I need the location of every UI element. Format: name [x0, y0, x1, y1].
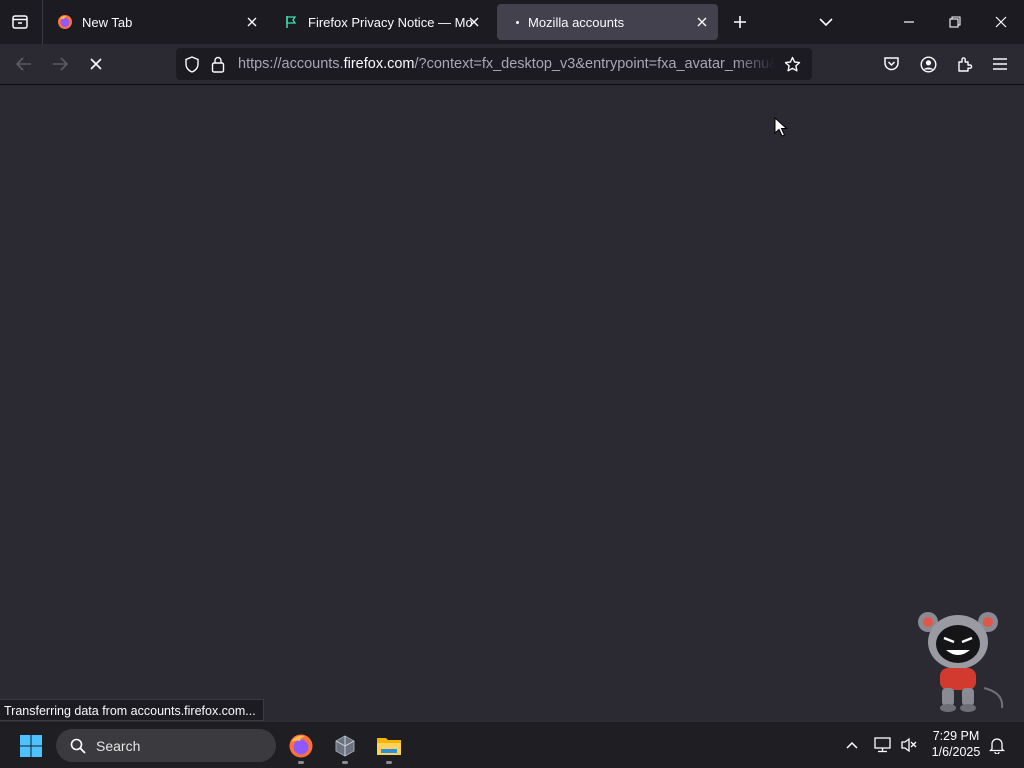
firefox-icon: [56, 13, 74, 31]
restore-button[interactable]: [932, 0, 978, 44]
tracking-protection-shield-icon[interactable]: [182, 54, 202, 74]
bookmark-star-icon[interactable]: [782, 54, 802, 74]
tab-title: New Tab: [82, 14, 133, 30]
extensions-button[interactable]: [948, 48, 980, 80]
network-icon: [874, 737, 891, 753]
pocket-icon: [883, 57, 899, 71]
url-prefix: https://accounts.: [238, 56, 344, 72]
close-window-button[interactable]: [978, 0, 1024, 44]
extensions-icon: [957, 56, 972, 72]
clock-date: 1/6/2025: [931, 745, 981, 759]
notification-icon: [989, 737, 1005, 754]
volume-status[interactable]: [897, 732, 921, 758]
taskbar-app[interactable]: [327, 728, 363, 764]
tab-privacy-notice[interactable]: Firefox Privacy Notice — Mozilla: [276, 4, 490, 40]
windows-logo-icon: [20, 735, 42, 757]
close-icon[interactable]: [466, 14, 482, 30]
network-status[interactable]: [871, 732, 895, 758]
app-menu-button[interactable]: [984, 48, 1016, 80]
plus-icon: [734, 16, 746, 28]
running-indicator: [386, 761, 392, 764]
taskbar-clock[interactable]: 7:29 PM 1/6/2025: [924, 728, 988, 760]
minimize-button[interactable]: [886, 0, 932, 44]
list-all-tabs-button[interactable]: [810, 6, 842, 38]
firefox-icon: [289, 734, 313, 758]
arrow-right-icon: [53, 57, 68, 71]
close-icon[interactable]: [694, 14, 710, 30]
taskbar-file-explorer[interactable]: [371, 728, 407, 764]
tab-separator: [42, 0, 43, 44]
firefox-view-button[interactable]: [0, 4, 40, 40]
mozilla-flag-icon: [282, 13, 300, 31]
account-button[interactable]: [912, 48, 944, 80]
url-text[interactable]: https://accounts.firefox.com/?context=fx…: [238, 56, 776, 72]
firefox-view-icon: [12, 15, 28, 29]
restore-icon: [949, 16, 961, 28]
new-tab-button[interactable]: [724, 6, 756, 38]
close-icon: [995, 16, 1007, 28]
lock-icon[interactable]: [208, 54, 228, 74]
windows-taskbar: Search 7:29 PM 1/6/2025: [0, 721, 1024, 768]
navigation-toolbar: https://accounts.firefox.com/?context=fx…: [0, 44, 1024, 85]
start-button[interactable]: [14, 730, 48, 762]
loading-dot-icon: [516, 21, 519, 24]
file-explorer-icon: [377, 738, 401, 755]
account-icon: [919, 55, 937, 73]
running-indicator: [342, 761, 348, 764]
tab-strip: New Tab Firefox Privacy Notice — Mozilla…: [0, 0, 1024, 44]
tab-new-tab[interactable]: New Tab: [50, 4, 268, 40]
stop-icon: [90, 58, 102, 70]
pocket-button[interactable]: [875, 48, 907, 80]
mouse-cursor-icon: [774, 117, 788, 137]
tab-title: Firefox Privacy Notice — Mozilla: [308, 14, 472, 30]
url-host: firefox.com: [343, 56, 415, 72]
forward-button[interactable]: [44, 48, 76, 80]
tab-mozilla-accounts[interactable]: Mozilla accounts: [497, 4, 718, 40]
arrow-left-icon: [16, 57, 31, 71]
running-indicator: [298, 761, 304, 764]
chevron-up-icon: [846, 741, 858, 749]
search-label: Search: [96, 737, 141, 754]
app-icon: [335, 735, 355, 757]
volume-muted-icon: [901, 737, 917, 753]
notification-center-button[interactable]: [985, 732, 1009, 758]
stop-button[interactable]: [80, 48, 112, 80]
search-icon: [68, 736, 88, 756]
url-bar[interactable]: https://accounts.firefox.com/?context=fx…: [176, 48, 812, 80]
back-button[interactable]: [8, 48, 40, 80]
minimize-icon: [904, 21, 914, 23]
chevron-down-icon: [819, 18, 833, 27]
status-bar: Transferring data from accounts.firefox.…: [0, 699, 264, 721]
page-content: [0, 85, 1024, 721]
clock-time: 7:29 PM: [932, 729, 980, 743]
mascot-character-icon: [918, 612, 1004, 712]
menu-icon: [993, 58, 1007, 70]
close-icon[interactable]: [244, 14, 260, 30]
show-hidden-icons-button[interactable]: [840, 732, 864, 758]
url-suffix: /?context=fx_desktop_v3&entrypoint=fxa_a…: [414, 56, 776, 72]
tab-title: Mozilla accounts: [528, 14, 625, 30]
taskbar-search-box[interactable]: Search: [56, 729, 276, 762]
taskbar-firefox[interactable]: [283, 728, 319, 764]
